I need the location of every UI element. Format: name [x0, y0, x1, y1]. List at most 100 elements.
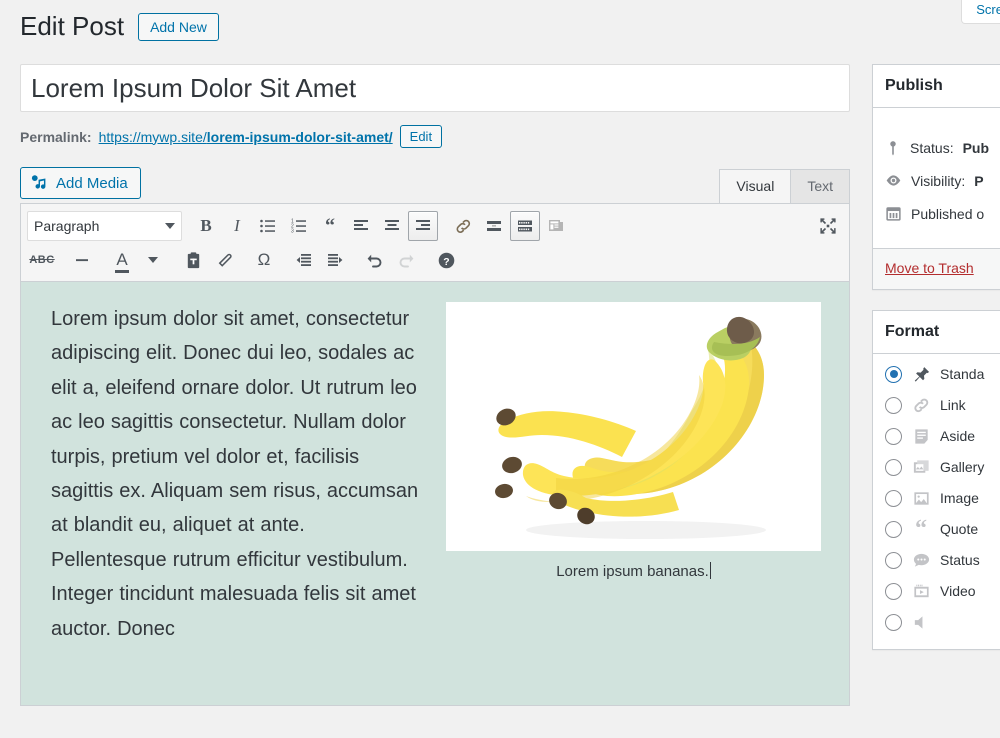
format-label-aside: Aside: [940, 428, 976, 444]
radio-audio[interactable]: [885, 613, 902, 631]
paragraph-format-select[interactable]: Paragraph: [27, 211, 182, 241]
text-color-icon: A: [116, 250, 128, 269]
horizontal-rule-button[interactable]: [67, 245, 97, 275]
italic-icon: I: [234, 216, 240, 235]
tab-text[interactable]: Text: [790, 169, 850, 204]
permalink-link[interactable]: https://mywp.site/lorem-ipsum-dolor-sit-…: [99, 129, 393, 145]
move-to-trash-link[interactable]: Move to Trash: [885, 260, 974, 276]
pin-icon: [911, 364, 931, 384]
image-caption-text: Lorem ipsum bananas.: [556, 563, 709, 580]
outdent-button[interactable]: [289, 245, 319, 275]
sidebar: Publish Status: Pub Visibility: P Publis…: [872, 64, 1000, 670]
pin-icon: [890, 141, 896, 156]
radio-quote[interactable]: [885, 520, 902, 538]
radio-image[interactable]: [885, 489, 902, 507]
toolbar-toggle-button[interactable]: [510, 211, 540, 241]
format-label-gallery: Gallery: [940, 459, 985, 475]
text-cursor: [709, 562, 711, 579]
publish-visibility-row[interactable]: Visibility: P: [885, 172, 1000, 189]
align-center-button[interactable]: [377, 211, 407, 241]
bunch-of-bananas-image[interactable]: [446, 302, 821, 551]
strikethrough-button[interactable]: ABC: [27, 245, 57, 275]
format-option-aside[interactable]: Aside: [885, 426, 1000, 446]
format-option-image[interactable]: Image: [885, 488, 1000, 508]
format-label-standard: Standa: [940, 366, 985, 382]
radio-standard[interactable]: [885, 365, 902, 383]
format-option-video[interactable]: Video: [885, 581, 1000, 601]
fullscreen-icon: [820, 218, 836, 234]
text-color-dropdown-button[interactable]: [138, 245, 168, 275]
special-character-icon: Ω: [257, 250, 271, 269]
link-icon: [456, 219, 470, 233]
align-right-icon: [416, 220, 430, 230]
bulleted-list-icon: [260, 219, 275, 233]
quote-icon: “: [915, 516, 927, 542]
link-button[interactable]: [448, 211, 478, 241]
publish-panel-body: Status: Pub Visibility: P Published o: [873, 108, 1000, 248]
gallery-icon: [911, 457, 931, 477]
status-icon: [911, 550, 931, 570]
italic-button[interactable]: I: [222, 211, 252, 241]
tab-visual[interactable]: Visual: [719, 169, 792, 204]
fullscreen-button[interactable]: [813, 211, 843, 241]
screen-options-tab[interactable]: Scre: [961, 0, 1000, 24]
blockquote-button[interactable]: “: [315, 211, 345, 241]
format-option-status[interactable]: Status: [885, 550, 1000, 570]
paragraph-format-value: Paragraph: [34, 218, 100, 234]
publish-date-label: Published o: [911, 205, 985, 222]
numbered-list-icon: 123: [291, 219, 306, 235]
publish-status-row[interactable]: Status: Pub: [885, 140, 1000, 156]
permalink-edit-button[interactable]: Edit: [399, 125, 443, 148]
publish-date-row[interactable]: Published o: [885, 205, 1000, 222]
outdent-icon: [296, 254, 311, 266]
screen-options-label: Scre: [976, 2, 1000, 17]
editor-content-area[interactable]: Lorem ipsum bananas. Lorem ipsum dolor s…: [20, 282, 850, 706]
bold-button[interactable]: B: [191, 211, 221, 241]
keyboard-shortcuts-icon: ?: [438, 252, 454, 268]
numbered-list-button[interactable]: 123: [284, 211, 314, 241]
text-color-swatch: [115, 270, 129, 273]
format-option-standard[interactable]: Standa: [885, 364, 1000, 384]
text-color-button[interactable]: A: [107, 245, 137, 275]
format-panel: Format Standa Link Aside Gallery Image “…: [872, 310, 1000, 650]
align-center-icon: [385, 220, 399, 230]
publish-panel-title: Publish: [873, 65, 1000, 108]
format-label-image: Image: [940, 490, 979, 506]
image-caption[interactable]: Lorem ipsum bananas.: [556, 551, 711, 580]
undo-icon: [367, 254, 382, 268]
horizontal-rule-icon: [76, 259, 88, 262]
read-more-button[interactable]: [479, 211, 509, 241]
radio-aside[interactable]: [885, 427, 902, 445]
radio-link[interactable]: [885, 396, 902, 414]
radio-video[interactable]: [885, 582, 902, 600]
page-break-button[interactable]: [541, 211, 571, 241]
format-option-gallery[interactable]: Gallery: [885, 457, 1000, 477]
keyboard-shortcuts-button[interactable]: ?: [431, 245, 461, 275]
post-title-input[interactable]: [20, 64, 850, 112]
toolbar-row-1: Paragraph B I 123 “: [27, 209, 843, 243]
format-option-audio[interactable]: [885, 612, 1000, 632]
add-media-button[interactable]: Add Media: [20, 167, 141, 199]
radio-status[interactable]: [885, 551, 902, 569]
publish-status-label: Status:: [910, 140, 954, 156]
format-label-quote: Quote: [940, 521, 979, 537]
publish-status-value: Pub: [962, 140, 990, 156]
undo-button[interactable]: [360, 245, 390, 275]
radio-gallery[interactable]: [885, 458, 902, 476]
bulleted-list-button[interactable]: [253, 211, 283, 241]
add-new-button[interactable]: Add New: [138, 12, 219, 41]
special-character-button[interactable]: Ω: [249, 245, 279, 275]
clear-formatting-button[interactable]: [209, 245, 239, 275]
format-options-list: Standa Link Aside Gallery Image “ Quote …: [873, 354, 1000, 649]
align-right-button[interactable]: [408, 211, 438, 241]
align-left-button[interactable]: [346, 211, 376, 241]
redo-button[interactable]: [391, 245, 421, 275]
format-option-link[interactable]: Link: [885, 395, 1000, 415]
paste-as-text-button[interactable]: [178, 245, 208, 275]
publish-panel-footer: Move to Trash: [873, 248, 1000, 289]
publish-visibility-value: P: [974, 172, 984, 189]
permalink-slug: lorem-ipsum-dolor-sit-amet/: [206, 128, 393, 145]
indent-button[interactable]: [320, 245, 350, 275]
publish-visibility-label: Visibility:: [911, 172, 966, 189]
format-option-quote[interactable]: “ Quote: [885, 516, 1000, 542]
